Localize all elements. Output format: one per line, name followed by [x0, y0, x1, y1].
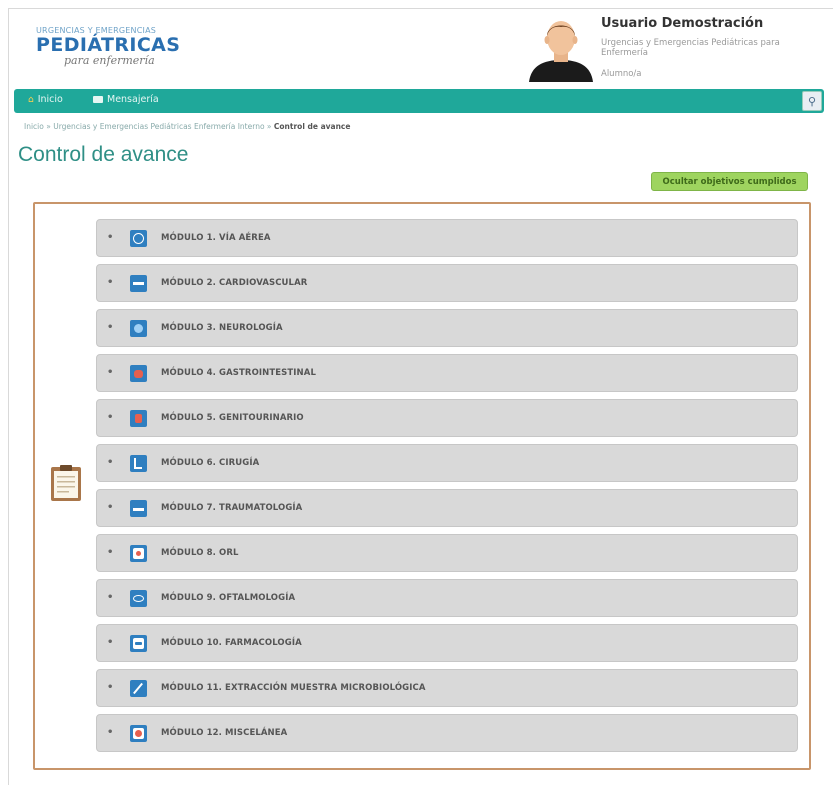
module-item-6[interactable]: • MÓDULO 6. CIRUGÍA	[96, 444, 798, 482]
expand-bullet[interactable]: •	[107, 547, 113, 558]
module-label: MÓDULO 3. NEUROLOGÍA	[161, 323, 283, 333]
trauma-icon	[130, 500, 147, 517]
module-item-4[interactable]: • MÓDULO 4. GASTROINTESTINAL	[96, 354, 798, 392]
neuro-icon	[130, 320, 147, 337]
expand-bullet[interactable]: •	[107, 322, 113, 333]
eye-icon	[130, 590, 147, 607]
expand-bullet[interactable]: •	[107, 367, 113, 378]
orl-icon	[130, 545, 147, 562]
home-icon: ⌂	[28, 94, 34, 105]
nav-messages[interactable]: Mensajería	[93, 94, 159, 105]
module-item-9[interactable]: • MÓDULO 9. OFTALMOLOGÍA	[96, 579, 798, 617]
cardio-icon	[130, 275, 147, 292]
expand-bullet[interactable]: •	[107, 277, 113, 288]
module-label: MÓDULO 1. VÍA AÉREA	[161, 233, 271, 243]
genito-icon	[130, 410, 147, 427]
mail-icon	[93, 96, 103, 103]
expand-bullet[interactable]: •	[107, 457, 113, 468]
module-label: MÓDULO 11. EXTRACCIÓN MUESTRA MICROBIOLÓ…	[161, 683, 426, 693]
module-label: MÓDULO 8. ORL	[161, 548, 239, 558]
logo-main-text: PEDIÁTRICAS	[36, 34, 181, 56]
clipboard-icon	[50, 464, 82, 502]
expand-bullet[interactable]: •	[107, 637, 113, 648]
user-role: Alumno/a	[601, 69, 642, 79]
expand-bullet[interactable]: •	[107, 232, 113, 243]
expand-bullet[interactable]: •	[107, 502, 113, 513]
airway-icon	[130, 230, 147, 247]
nav-messages-label: Mensajería	[107, 94, 159, 105]
avatar	[527, 16, 595, 82]
breadcrumb-current: Control de avance	[273, 122, 351, 131]
module-item-7[interactable]: • MÓDULO 7. TRAUMATOLOGÍA	[96, 489, 798, 527]
wrench-icon[interactable]: ⚲	[802, 91, 822, 111]
modules-list: • MÓDULO 1. VÍA AÉREA • MÓDULO 2. CARDIO…	[96, 219, 798, 759]
module-label: MÓDULO 10. FARMACOLOGÍA	[161, 638, 302, 648]
expand-bullet[interactable]: •	[107, 727, 113, 738]
module-item-3[interactable]: • MÓDULO 3. NEUROLOGÍA	[96, 309, 798, 347]
user-name[interactable]: Usuario Demostración	[601, 16, 763, 31]
expand-bullet[interactable]: •	[107, 682, 113, 693]
module-label: MÓDULO 7. TRAUMATOLOGÍA	[161, 503, 303, 513]
module-label: MÓDULO 12. MISCELÁNEA	[161, 728, 288, 738]
module-label: MÓDULO 2. CARDIOVASCULAR	[161, 278, 308, 288]
breadcrumb: Inicio » Urgencias y Emergencias Pediátr…	[24, 122, 350, 131]
pharma-icon	[130, 635, 147, 652]
module-item-8[interactable]: • MÓDULO 8. ORL	[96, 534, 798, 572]
hide-completed-button[interactable]: Ocultar objetivos cumplidos	[651, 172, 808, 191]
nav-home[interactable]: ⌂ Inicio	[28, 94, 63, 105]
module-item-12[interactable]: • MÓDULO 12. MISCELÁNEA	[96, 714, 798, 752]
logo-script-text: para enfermería	[64, 54, 155, 67]
gastro-icon	[130, 365, 147, 382]
module-label: MÓDULO 6. CIRUGÍA	[161, 458, 260, 468]
module-label: MÓDULO 5. GENITOURINARIO	[161, 413, 304, 423]
sample-icon	[130, 680, 147, 697]
module-item-11[interactable]: • MÓDULO 11. EXTRACCIÓN MUESTRA MICROBIO…	[96, 669, 798, 707]
misc-icon	[130, 725, 147, 742]
module-item-1[interactable]: • MÓDULO 1. VÍA AÉREA	[96, 219, 798, 257]
main-navbar: ⌂ Inicio Mensajería ⚲	[14, 89, 824, 113]
surgery-icon	[130, 455, 147, 472]
module-item-5[interactable]: • MÓDULO 5. GENITOURINARIO	[96, 399, 798, 437]
module-item-2[interactable]: • MÓDULO 2. CARDIOVASCULAR	[96, 264, 798, 302]
expand-bullet[interactable]: •	[107, 592, 113, 603]
module-label: MÓDULO 9. OFTALMOLOGÍA	[161, 593, 296, 603]
nav-home-label: Inicio	[37, 94, 63, 105]
expand-bullet[interactable]: •	[107, 412, 113, 423]
user-course: Urgencias y Emergencias Pediátricas para…	[601, 38, 780, 58]
breadcrumb-path[interactable]: Inicio » Urgencias y Emergencias Pediátr…	[24, 122, 274, 131]
site-logo[interactable]: URGENCIAS Y EMERGENCIAS PEDIÁTRICAS para…	[36, 26, 186, 67]
module-item-10[interactable]: • MÓDULO 10. FARMACOLOGÍA	[96, 624, 798, 662]
module-label: MÓDULO 4. GASTROINTESTINAL	[161, 368, 316, 378]
page-title: Control de avance	[18, 143, 189, 166]
